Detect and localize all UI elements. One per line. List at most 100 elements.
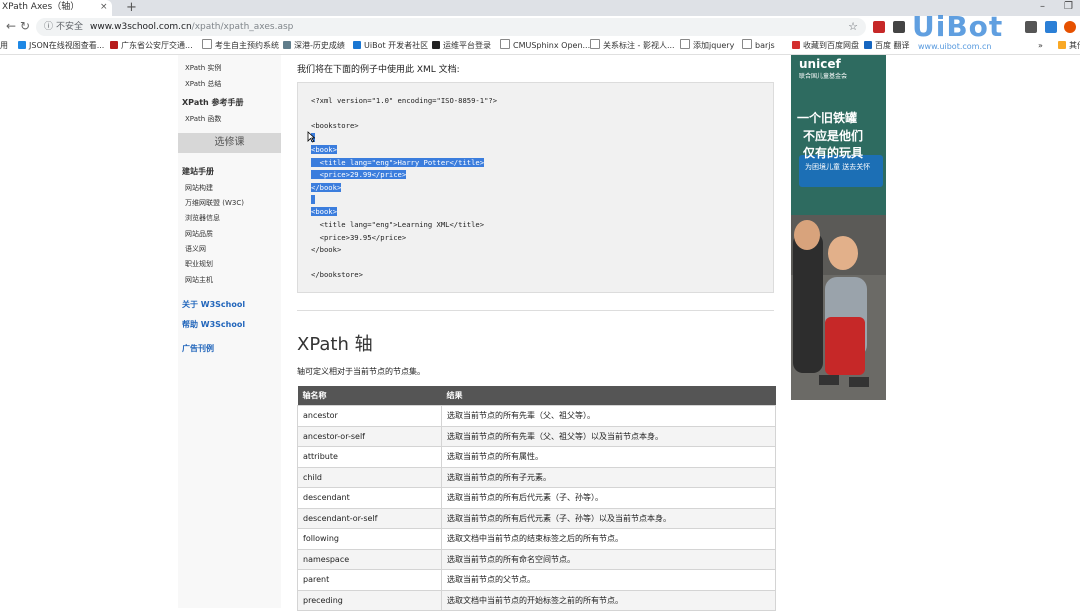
code-line: <?xml version="1.0" encoding="ISO-8859-1… [311, 96, 498, 105]
back-icon[interactable]: ← [6, 19, 16, 33]
profile-avatar[interactable] [1064, 21, 1076, 33]
table-cell: descendant [297, 487, 442, 509]
table-cell: 选取当前节点的所有先辈（父、祖父等）以及当前节点本身。 [441, 425, 776, 447]
more-bookmarks-icon[interactable]: » [1038, 38, 1043, 54]
table-cell: 选取当前节点的所有属性。 [441, 446, 776, 468]
table-cell: 选取文档中当前节点的开始标签之前的所有节点。 [441, 589, 776, 611]
bookmark-item[interactable]: 添加jquery [680, 38, 734, 54]
ad-headline-1: 一个旧铁罐 [797, 111, 858, 125]
sidebar-heading-build: 建站手册 [182, 167, 214, 176]
bookmark-item[interactable]: UiBot 开发者社区 [353, 38, 428, 54]
restore-icon[interactable]: ❐ [1064, 0, 1073, 14]
sidebar-item-quality[interactable]: 网站品质 [185, 229, 213, 239]
sidebar-link-about[interactable]: 关于 W3School [182, 299, 245, 310]
bookmark-item[interactable]: 收藏到百度网盘 [792, 38, 859, 54]
address-bar[interactable]: ⓘ 不安全 www.w3school.com.cn/xpath/xpath_ax… [36, 18, 866, 36]
sidebar-item-career[interactable]: 职业规划 [185, 259, 213, 269]
table-cell: 选取当前节点的所有命名空间节点。 [441, 548, 776, 570]
bookmark-item[interactable]: barjs [742, 38, 775, 54]
left-sidebar: XPath 实例 XPath 总结 XPath 参考手册 XPath 函数 选修… [178, 55, 281, 608]
folder-icon [1058, 41, 1066, 49]
intro-text: 我们将在下面的例子中使用此 XML 文档: [297, 65, 460, 75]
axes-table: 轴名称 结果 ancestor 选取当前节点的所有先辈（父、祖父等）。 ances… [297, 386, 776, 611]
bookmark-item[interactable]: JSON在线视图查看... [18, 38, 104, 54]
table-cell: 选取当前节点的父节点。 [441, 569, 776, 591]
code-line-selected: <book> [311, 145, 337, 154]
table-cell: preceding [297, 589, 442, 611]
sidebar-item-browsers[interactable]: 浏览器信息 [185, 213, 220, 223]
uibot-watermark-url: www.uibot.com.cn [918, 42, 992, 51]
extension-icon[interactable] [1025, 21, 1037, 33]
info-icon[interactable]: ⓘ [44, 18, 53, 36]
url-path: /xpath/xpath_axes.asp [191, 22, 294, 32]
tab-xpath-axes[interactable]: XPath Axes（轴） × [0, 0, 112, 16]
insecure-label: 不安全 [56, 22, 84, 32]
bookmark-item[interactable]: 百度 翻译 [864, 38, 910, 54]
sidebar-item-xpath-examples[interactable]: XPath 实例 [185, 63, 221, 73]
table-cell: child [297, 466, 442, 488]
table-cell: 选取当前节点的所有先辈（父、祖父等）。 [441, 405, 776, 427]
bookmark-item[interactable]: 用 [0, 38, 8, 54]
ad-headline-3: 仅有的玩具 [803, 146, 864, 160]
url-text[interactable]: www.w3school.com.cn/xpath/xpath_axes.asp [90, 18, 293, 36]
unicef-ad-banner[interactable]: unicef 联合国儿童基金会 一个旧铁罐 不应是他们 仅有的玩具 为困境儿童 … [791, 55, 886, 400]
extension-icon[interactable] [893, 21, 905, 33]
page-icon [202, 39, 212, 49]
bookmark-item[interactable]: 广东省公安厅交通... [110, 38, 193, 54]
bookmark-icon [18, 41, 26, 49]
bookmark-item[interactable]: 关系标注 - 影视人... [590, 38, 675, 54]
sidebar-item-xpath-functions[interactable]: XPath 函数 [185, 114, 221, 124]
sidebar-link-help[interactable]: 帮助 W3School [182, 319, 245, 330]
sidebar-link-ads[interactable]: 广告刊例 [182, 343, 214, 354]
bookmark-item[interactable]: 其他 [1058, 38, 1080, 54]
bookmark-item[interactable]: CMUSphinx Open... [500, 38, 590, 54]
table-cell: 选取当前节点的所有后代元素（子、孙等）。 [441, 487, 776, 509]
reload-icon[interactable]: ↻ [20, 19, 30, 33]
extension-icon[interactable] [873, 21, 885, 33]
table-row: following 选取文档中当前节点的结束标签之后的所有节点。 [297, 528, 776, 550]
sidebar-item-w3c[interactable]: 万维网联盟 (W3C) [185, 198, 244, 208]
sidebar-select-course[interactable]: 选修课 [178, 133, 281, 153]
table-cell: descendant-or-self [297, 507, 442, 529]
section-paragraph: 轴可定义相对于当前节点的节点集。 [297, 367, 425, 376]
bookmark-icon [110, 41, 118, 49]
code-line: <bookstore> [311, 121, 359, 130]
minimize-icon[interactable]: – [1040, 0, 1045, 14]
table-row: descendant-or-self 选取当前节点的所有后代元素（子、孙等）以及当… [297, 507, 776, 529]
table-row: parent 选取当前节点的父节点。 [297, 569, 776, 591]
unicef-org-name: 联合国儿童基金会 [799, 73, 848, 80]
bookmark-item[interactable]: 深港-历史成绩 [283, 38, 345, 54]
code-line: <title lang="eng">Learning XML</title> [311, 220, 485, 229]
xml-code-box: <?xml version="1.0" encoding="ISO-8859-1… [297, 82, 774, 293]
table-cell: ancestor [297, 405, 442, 427]
bookmark-star-icon[interactable]: ☆ [848, 18, 858, 36]
new-tab-button[interactable]: + [126, 0, 137, 15]
sidebar-item-hosting[interactable]: 网站主机 [185, 275, 213, 285]
code-line: </book> [311, 245, 342, 254]
page-icon [500, 39, 510, 49]
ad-headline-2: 不应是他们 [803, 129, 864, 143]
extension-icon[interactable] [1045, 21, 1057, 33]
table-row: ancestor 选取当前节点的所有先辈（父、祖父等）。 [297, 405, 776, 427]
sidebar-item-build[interactable]: 网站构建 [185, 183, 213, 193]
table-row: child 选取当前节点的所有子元素。 [297, 466, 776, 488]
table-cell: ancestor-or-self [297, 425, 442, 447]
mouse-cursor-icon [307, 131, 315, 143]
bookmark-icon [353, 41, 361, 49]
bookmark-icon [432, 41, 440, 49]
bookmark-item[interactable]: 考生自主预约系统 [202, 38, 279, 54]
tab-close-icon[interactable]: × [100, 0, 108, 15]
divider [297, 310, 774, 311]
url-host: www.w3school.com.cn [90, 22, 192, 32]
bookmark-icon [864, 41, 872, 49]
table-row: descendant 选取当前节点的所有后代元素（子、孙等）。 [297, 487, 776, 509]
table-cell: parent [297, 569, 442, 591]
table-cell: 选取当前节点的所有后代元素（子、孙等）以及当前节点本身。 [441, 507, 776, 529]
bookmark-item[interactable]: 运维平台登录 [432, 38, 491, 54]
ad-cta[interactable]: 为困境儿童 送去关怀 [805, 163, 873, 172]
code-line-selected: </book> [311, 183, 342, 192]
sidebar-heading-reference: XPath 参考手册 [182, 98, 244, 107]
bookmark-icon [792, 41, 800, 49]
sidebar-item-semantic-web[interactable]: 语义网 [185, 244, 206, 254]
sidebar-item-xpath-summary[interactable]: XPath 总结 [185, 79, 221, 89]
